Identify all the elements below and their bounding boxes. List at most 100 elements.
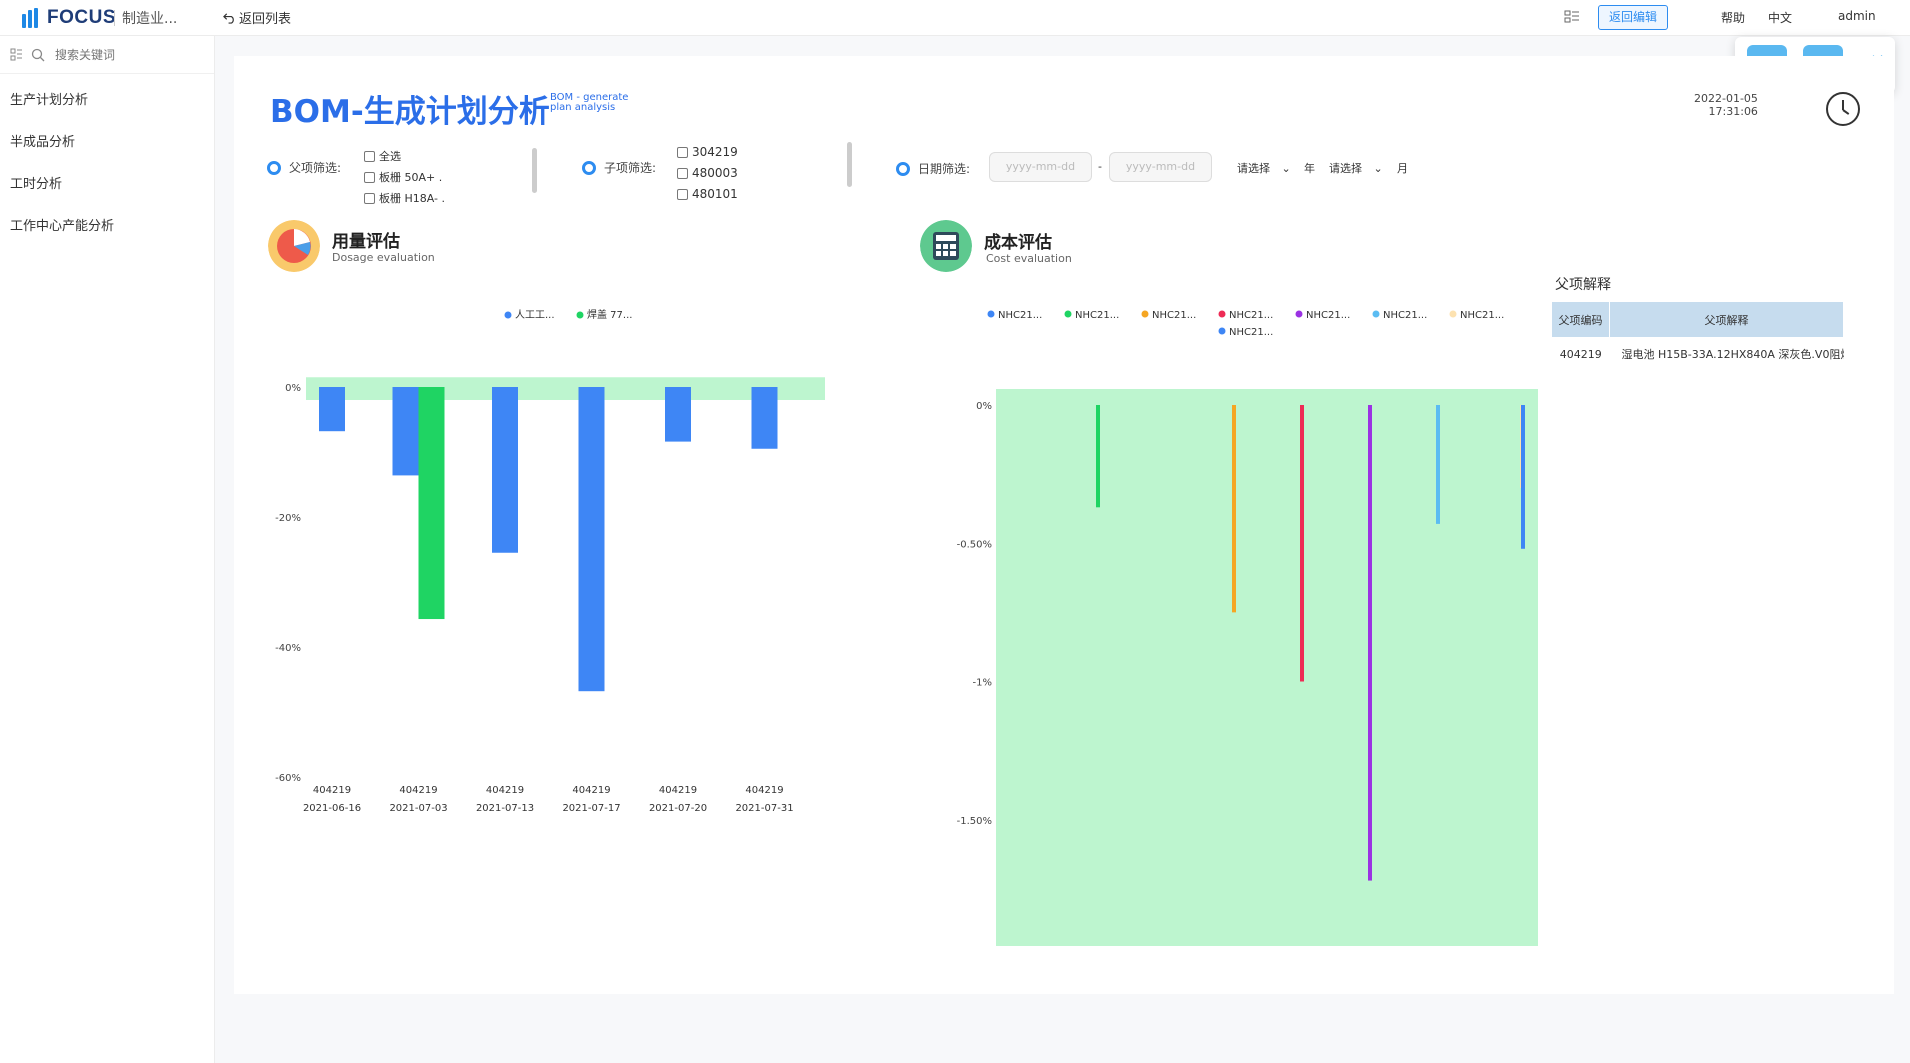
option-label: 480101 <box>692 187 738 201</box>
cost-chart: NHC21... NHC21... NHC21... NHC21... NHC21...… <box>957 310 1538 946</box>
month-unit: 月 <box>1397 162 1408 175</box>
filter-marker-icon <box>896 161 910 176</box>
year-select[interactable]: 请选择 ⌄ <box>1237 160 1291 176</box>
bar <box>751 387 778 449</box>
parent-option-1[interactable]: 板栅 50A+ . <box>364 169 442 185</box>
child-option-1[interactable]: 304219 <box>677 145 738 159</box>
current-time: 17:31:06 <box>1708 105 1758 118</box>
child-filter-scrollbar[interactable] <box>847 142 852 187</box>
parent-filter-text: 父项筛选: <box>289 161 342 175</box>
plot-area <box>996 389 1538 946</box>
option-label: 全选 <box>379 150 401 163</box>
legend-label: NHC21... <box>1075 310 1119 321</box>
legend-marker <box>576 311 584 319</box>
checkbox[interactable] <box>677 167 688 179</box>
checkbox[interactable] <box>677 146 688 158</box>
x-tick-label: 404219 <box>572 785 610 796</box>
page-subtitle-line2: plan analysis <box>550 102 616 113</box>
help-link[interactable]: 帮助 <box>1721 9 1745 26</box>
bar <box>578 387 605 692</box>
search-input[interactable] <box>53 46 193 63</box>
child-option-2[interactable]: 480003 <box>677 166 738 180</box>
bar <box>1300 405 1304 682</box>
dosage-chart: 人工工... 焊盖 77... 0% -20% -40% -60% 404219 2021-0… <box>275 308 825 814</box>
legend-label: NHC21... <box>1383 310 1427 321</box>
user-menu[interactable]: admin <box>1838 9 1876 23</box>
app-name[interactable]: 制造业... <box>122 8 177 28</box>
grid-icon[interactable] <box>10 48 23 61</box>
current-date: 2022-01-05 <box>1694 92 1758 105</box>
bar <box>1436 405 1440 524</box>
option-label: 304219 <box>692 145 738 159</box>
parent-filter-scrollbar[interactable] <box>532 148 537 193</box>
bar <box>1368 405 1372 881</box>
sidebar-item-production-plan[interactable]: 生产计划分析 <box>0 80 214 122</box>
page-title: BOM-生成计划分析 <box>270 94 550 130</box>
bar <box>392 387 419 476</box>
date-range-separator: - <box>1098 160 1102 173</box>
x-tick-label: 2021-06-16 <box>303 803 361 814</box>
table-title: 父项解释 <box>1555 277 1611 293</box>
chevron-down-icon: ⌄ <box>1373 162 1383 175</box>
bar <box>665 387 691 442</box>
return-edit-button[interactable]: 返回编辑 <box>1598 5 1669 30</box>
layout-icon[interactable] <box>1563 8 1581 26</box>
sidebar-item-work-hours[interactable]: 工时分析 <box>0 164 214 206</box>
month-select[interactable]: 请选择 ⌄ <box>1329 160 1383 176</box>
month-select-value: 请选择 <box>1329 162 1362 175</box>
checkbox[interactable] <box>677 188 688 200</box>
x-tick-label: 404219 <box>745 785 783 796</box>
start-date-input[interactable]: yyyy-mm-dd <box>989 152 1092 182</box>
top-bar: FOCUS 制造业... 返回列表 返回编辑 帮助 中文 admin <box>0 0 1910 36</box>
main-panel: BOM-生成计划分析 BOM - generate plan analysis … <box>234 56 1894 994</box>
option-label: 480003 <box>692 166 738 180</box>
table-cell-desc: 湿电池 H15B-33A.12HX840A 深灰色.V0阻燃 <box>1621 348 1844 361</box>
legend-label: NHC21... <box>1229 327 1273 338</box>
pie-chart-icon <box>268 220 320 272</box>
back-to-list-button[interactable]: 返回列表 <box>223 8 291 27</box>
filter-marker-icon <box>267 160 281 175</box>
parent-option-all[interactable]: 全选 <box>364 148 401 164</box>
year-unit: 年 <box>1304 162 1315 175</box>
y-tick-label: -20% <box>275 513 301 524</box>
language-switch[interactable]: 中文 <box>1768 9 1792 26</box>
table-header-code: 父项编码 <box>1552 302 1610 337</box>
x-tick-label: 404219 <box>399 785 437 796</box>
child-filter-label: 子项筛选: <box>582 159 656 176</box>
cost-title: 成本评估 <box>984 233 1052 253</box>
focus-logo[interactable]: FOCUS <box>22 6 116 30</box>
parent-filter-label: 父项筛选: <box>267 159 341 176</box>
sidebar-item-semi-finished[interactable]: 半成品分析 <box>0 122 214 164</box>
parent-option-2[interactable]: 板栅 H18A- . <box>364 190 445 206</box>
option-label: 板栅 50A+ . <box>379 171 443 184</box>
reference-band <box>306 377 825 400</box>
option-label: 板栅 H18A- . <box>379 192 446 205</box>
y-tick-label: -1% <box>973 678 992 689</box>
sidebar-search <box>0 36 214 74</box>
sidebar-item-work-center-capacity[interactable]: 工作中心产能分析 <box>0 206 214 248</box>
legend-marker <box>1218 327 1226 335</box>
y-tick-label: -0.50% <box>957 539 992 550</box>
search-icon <box>31 48 45 61</box>
checkbox[interactable] <box>364 171 375 183</box>
bar <box>1232 405 1236 613</box>
legend-label: 人工工... <box>515 309 555 321</box>
page-subtitle: BOM - generate plan analysis <box>550 93 628 113</box>
legend-label: NHC21... <box>1306 310 1350 321</box>
date-filter-text: 日期筛选: <box>918 162 971 176</box>
sidebar: 生产计划分析 半成品分析 工时分析 工作中心产能分析 <box>0 36 215 1063</box>
legend-marker <box>1218 310 1226 318</box>
checkbox[interactable] <box>364 150 375 162</box>
parent-explanation-table: 父项编码 父项解释 404219 湿电池 H15B-33A.12HX840A 深… <box>1552 302 1844 371</box>
legend-marker <box>504 311 512 319</box>
datetime: 2022-01-05 17:31:06 <box>1694 92 1758 118</box>
y-tick-label: 0% <box>285 383 301 394</box>
table-row[interactable]: 404219 湿电池 H15B-33A.12HX840A 深灰色.V0阻燃 <box>1552 337 1844 371</box>
legend-label: NHC21... <box>1152 310 1196 321</box>
checkbox[interactable] <box>364 192 375 204</box>
child-option-3[interactable]: 480101 <box>677 187 738 201</box>
legend-marker <box>1295 310 1303 318</box>
bar <box>1096 405 1100 508</box>
y-tick-label: -60% <box>275 773 301 784</box>
end-date-input[interactable]: yyyy-mm-dd <box>1109 152 1212 182</box>
